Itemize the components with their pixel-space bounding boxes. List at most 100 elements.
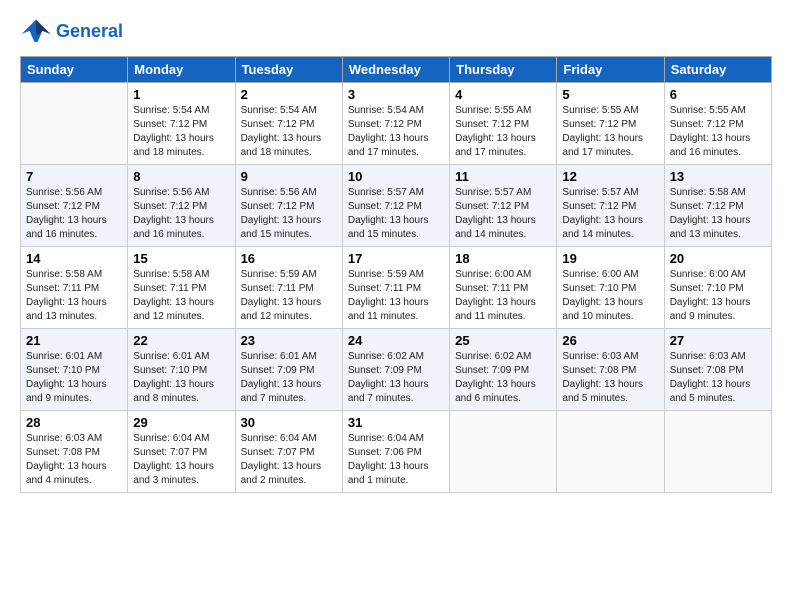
calendar-cell: 28 Sunrise: 6:03 AM Sunset: 7:08 PM Dayli… [21,411,128,493]
weekday-header-wednesday: Wednesday [342,57,449,83]
day-info: Sunrise: 5:58 AM Sunset: 7:12 PM Dayligh… [670,186,766,242]
weekday-header-monday: Monday [128,57,235,83]
calendar-cell: 8 Sunrise: 5:56 AM Sunset: 7:12 PM Daylig… [128,165,235,247]
calendar-cell: 27 Sunrise: 6:03 AM Sunset: 7:08 PM Dayli… [664,329,771,411]
calendar-cell: 4 Sunrise: 5:55 AM Sunset: 7:12 PM Daylig… [450,83,557,165]
day-info: Sunrise: 5:59 AM Sunset: 7:11 PM Dayligh… [348,268,444,324]
day-info: Sunrise: 6:03 AM Sunset: 7:08 PM Dayligh… [670,350,766,406]
calendar-header-row: SundayMondayTuesdayWednesdayThursdayFrid… [21,57,772,83]
day-info: Sunrise: 5:57 AM Sunset: 7:12 PM Dayligh… [562,186,658,242]
calendar-week-row: 7Sunrise: 5:56 AM Sunset: 7:12 PM Daylig… [21,165,772,247]
day-info: Sunrise: 6:00 AM Sunset: 7:10 PM Dayligh… [562,268,658,324]
logo-icon [20,18,52,46]
weekday-header-saturday: Saturday [664,57,771,83]
day-info: Sunrise: 5:59 AM Sunset: 7:11 PM Dayligh… [241,268,337,324]
header: General [20,18,772,46]
calendar-cell: 16 Sunrise: 5:59 AM Sunset: 7:11 PM Dayli… [235,247,342,329]
calendar-cell: 6Sunrise: 5:55 AM Sunset: 7:12 PM Daylig… [664,83,771,165]
day-info: Sunrise: 5:56 AM Sunset: 7:12 PM Dayligh… [241,186,337,242]
weekday-header-sunday: Sunday [21,57,128,83]
day-number: 19 [562,251,658,266]
calendar-cell: 1 Sunrise: 5:54 AM Sunset: 7:12 PM Daylig… [128,83,235,165]
calendar-cell: 10Sunrise: 5:57 AM Sunset: 7:12 PM Dayli… [342,165,449,247]
day-number: 16 [241,251,337,266]
day-number: 6 [670,87,766,102]
calendar-cell: 26 Sunrise: 6:03 AM Sunset: 7:08 PM Dayli… [557,329,664,411]
day-info: Sunrise: 5:56 AM Sunset: 7:12 PM Dayligh… [26,186,122,242]
day-number: 9 [241,169,337,184]
day-info: Sunrise: 6:00 AM Sunset: 7:11 PM Dayligh… [455,268,551,324]
day-number: 29 [133,415,229,430]
day-info: Sunrise: 5:54 AM Sunset: 7:12 PM Dayligh… [348,104,444,160]
calendar-cell [21,83,128,165]
calendar-cell: 14 Sunrise: 5:58 AM Sunset: 7:11 PM Dayli… [21,247,128,329]
day-number: 2 [241,87,337,102]
calendar-cell: 13 Sunrise: 5:58 AM Sunset: 7:12 PM Dayli… [664,165,771,247]
calendar-cell: 25 Sunrise: 6:02 AM Sunset: 7:09 PM Dayli… [450,329,557,411]
day-number: 26 [562,333,658,348]
calendar-cell: 3Sunrise: 5:54 AM Sunset: 7:12 PM Daylig… [342,83,449,165]
calendar-cell: 20 Sunrise: 6:00 AM Sunset: 7:10 PM Dayli… [664,247,771,329]
day-info: Sunrise: 6:01 AM Sunset: 7:10 PM Dayligh… [26,350,122,406]
day-info: Sunrise: 5:55 AM Sunset: 7:12 PM Dayligh… [562,104,658,160]
calendar-cell: 15 Sunrise: 5:58 AM Sunset: 7:11 PM Dayli… [128,247,235,329]
day-number: 14 [26,251,122,266]
calendar-cell: 22Sunrise: 6:01 AM Sunset: 7:10 PM Dayli… [128,329,235,411]
weekday-header-tuesday: Tuesday [235,57,342,83]
day-info: Sunrise: 5:55 AM Sunset: 7:12 PM Dayligh… [455,104,551,160]
day-info: Sunrise: 5:54 AM Sunset: 7:12 PM Dayligh… [241,104,337,160]
logo-text: General [56,22,123,42]
day-info: Sunrise: 6:04 AM Sunset: 7:07 PM Dayligh… [241,432,337,488]
calendar-cell: 17 Sunrise: 5:59 AM Sunset: 7:11 PM Dayli… [342,247,449,329]
day-info: Sunrise: 6:03 AM Sunset: 7:08 PM Dayligh… [26,432,122,488]
day-number: 4 [455,87,551,102]
day-number: 25 [455,333,551,348]
calendar-week-row: 28 Sunrise: 6:03 AM Sunset: 7:08 PM Dayli… [21,411,772,493]
day-number: 18 [455,251,551,266]
day-info: Sunrise: 6:02 AM Sunset: 7:09 PM Dayligh… [455,350,551,406]
calendar-week-row: 1 Sunrise: 5:54 AM Sunset: 7:12 PM Daylig… [21,83,772,165]
calendar-cell: 21Sunrise: 6:01 AM Sunset: 7:10 PM Dayli… [21,329,128,411]
day-number: 13 [670,169,766,184]
calendar-cell: 24Sunrise: 6:02 AM Sunset: 7:09 PM Dayli… [342,329,449,411]
day-number: 8 [133,169,229,184]
day-info: Sunrise: 5:54 AM Sunset: 7:12 PM Dayligh… [133,104,229,160]
day-number: 22 [133,333,229,348]
day-info: Sunrise: 5:58 AM Sunset: 7:11 PM Dayligh… [26,268,122,324]
calendar-cell [664,411,771,493]
calendar-cell: 12 Sunrise: 5:57 AM Sunset: 7:12 PM Dayli… [557,165,664,247]
day-number: 24 [348,333,444,348]
day-number: 17 [348,251,444,266]
day-info: Sunrise: 5:57 AM Sunset: 7:12 PM Dayligh… [455,186,551,242]
day-info: Sunrise: 6:00 AM Sunset: 7:10 PM Dayligh… [670,268,766,324]
calendar-cell: 5Sunrise: 5:55 AM Sunset: 7:12 PM Daylig… [557,83,664,165]
day-info: Sunrise: 6:04 AM Sunset: 7:07 PM Dayligh… [133,432,229,488]
calendar-cell [450,411,557,493]
calendar-week-row: 14 Sunrise: 5:58 AM Sunset: 7:11 PM Dayli… [21,247,772,329]
day-info: Sunrise: 6:04 AM Sunset: 7:06 PM Dayligh… [348,432,444,488]
calendar-cell: 29 Sunrise: 6:04 AM Sunset: 7:07 PM Dayli… [128,411,235,493]
day-info: Sunrise: 6:03 AM Sunset: 7:08 PM Dayligh… [562,350,658,406]
day-number: 20 [670,251,766,266]
day-number: 12 [562,169,658,184]
calendar-cell: 30Sunrise: 6:04 AM Sunset: 7:07 PM Dayli… [235,411,342,493]
day-number: 27 [670,333,766,348]
calendar-week-row: 21Sunrise: 6:01 AM Sunset: 7:10 PM Dayli… [21,329,772,411]
day-number: 31 [348,415,444,430]
calendar-cell: 18 Sunrise: 6:00 AM Sunset: 7:11 PM Dayli… [450,247,557,329]
calendar-table: SundayMondayTuesdayWednesdayThursdayFrid… [20,56,772,493]
page: General SundayMondayTuesdayWednesdayThur… [0,0,792,503]
calendar-cell: 19 Sunrise: 6:00 AM Sunset: 7:10 PM Dayli… [557,247,664,329]
day-info: Sunrise: 5:56 AM Sunset: 7:12 PM Dayligh… [133,186,229,242]
calendar-cell: 2 Sunrise: 5:54 AM Sunset: 7:12 PM Daylig… [235,83,342,165]
day-number: 11 [455,169,551,184]
calendar-cell: 7Sunrise: 5:56 AM Sunset: 7:12 PM Daylig… [21,165,128,247]
day-info: Sunrise: 6:01 AM Sunset: 7:09 PM Dayligh… [241,350,337,406]
day-number: 1 [133,87,229,102]
logo: General [20,18,123,46]
day-info: Sunrise: 5:58 AM Sunset: 7:11 PM Dayligh… [133,268,229,324]
calendar-cell: 9 Sunrise: 5:56 AM Sunset: 7:12 PM Daylig… [235,165,342,247]
weekday-header-friday: Friday [557,57,664,83]
day-number: 28 [26,415,122,430]
day-number: 15 [133,251,229,266]
